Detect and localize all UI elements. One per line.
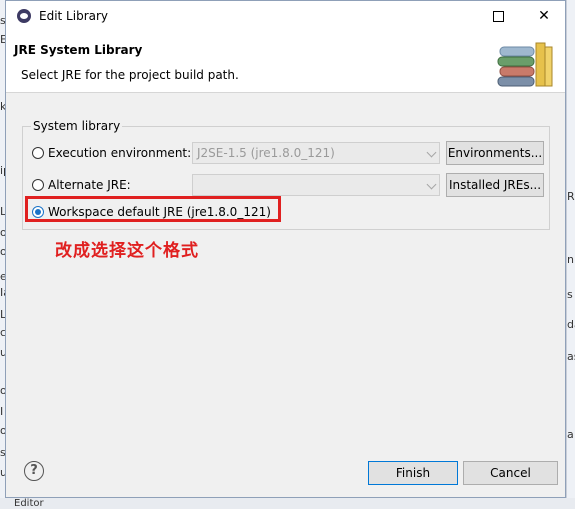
alternate-jre-combo[interactable] bbox=[192, 174, 440, 196]
header-description: Select JRE for the project build path. bbox=[21, 68, 239, 82]
edit-library-dialog: Edit Library ✕ JRE System Library Select… bbox=[5, 0, 566, 498]
bg-fragment: Rs bbox=[567, 190, 575, 203]
radio-label: Execution environment: bbox=[48, 146, 192, 160]
bg-fragment: s bbox=[567, 288, 573, 301]
wizard-header: JRE System Library Select JRE for the pr… bbox=[6, 32, 565, 93]
bg-fragment: nb bbox=[567, 253, 575, 266]
background-ide-bottom-strip: Editor bbox=[0, 498, 575, 509]
group-label: System library bbox=[31, 119, 123, 133]
bg-editor-tab: Editor bbox=[14, 498, 44, 509]
combo-value: J2SE-1.5 (jre1.8.0_121) bbox=[197, 146, 335, 160]
radio-button[interactable] bbox=[32, 147, 44, 159]
chevron-down-icon bbox=[426, 147, 437, 158]
radio-button[interactable] bbox=[32, 179, 44, 191]
maximize-button[interactable] bbox=[475, 1, 521, 32]
dialog-content: System library Execution environment: J2… bbox=[6, 93, 565, 441]
execution-environment-combo[interactable]: J2SE-1.5 (jre1.8.0_121) bbox=[192, 142, 440, 164]
bg-fragment: a bbox=[567, 428, 574, 441]
annotation-highlight-box bbox=[25, 196, 281, 222]
dialog-footer: ? Finish Cancel bbox=[6, 442, 565, 497]
radio-label: Alternate JRE: bbox=[48, 178, 131, 192]
help-icon[interactable]: ? bbox=[24, 461, 44, 481]
title-bar[interactable]: Edit Library ✕ bbox=[6, 1, 565, 32]
installed-jres-button[interactable]: Installed JREs... bbox=[446, 173, 544, 197]
finish-button[interactable]: Finish bbox=[368, 461, 458, 485]
library-books-icon bbox=[497, 42, 553, 87]
bg-fragment: I bbox=[0, 405, 4, 418]
close-button[interactable]: ✕ bbox=[521, 1, 567, 32]
background-ide-right-strip: Rs nb s da as a bbox=[566, 0, 575, 509]
maximize-icon bbox=[492, 10, 504, 22]
window-title: Edit Library bbox=[39, 9, 109, 23]
close-icon: ✕ bbox=[538, 8, 550, 24]
bg-fragment: as bbox=[567, 350, 575, 363]
chevron-down-icon bbox=[426, 179, 437, 190]
radio-execution-environment[interactable]: Execution environment: bbox=[32, 146, 191, 160]
eclipse-icon bbox=[17, 9, 31, 23]
header-title: JRE System Library bbox=[14, 43, 143, 57]
annotation-text: 改成选择这个格式 bbox=[55, 241, 199, 261]
radio-alternate-jre[interactable]: Alternate JRE: bbox=[32, 178, 131, 192]
environments-button[interactable]: Environments... bbox=[446, 141, 544, 165]
bg-fragment: da bbox=[567, 318, 575, 331]
cancel-button[interactable]: Cancel bbox=[463, 461, 558, 485]
